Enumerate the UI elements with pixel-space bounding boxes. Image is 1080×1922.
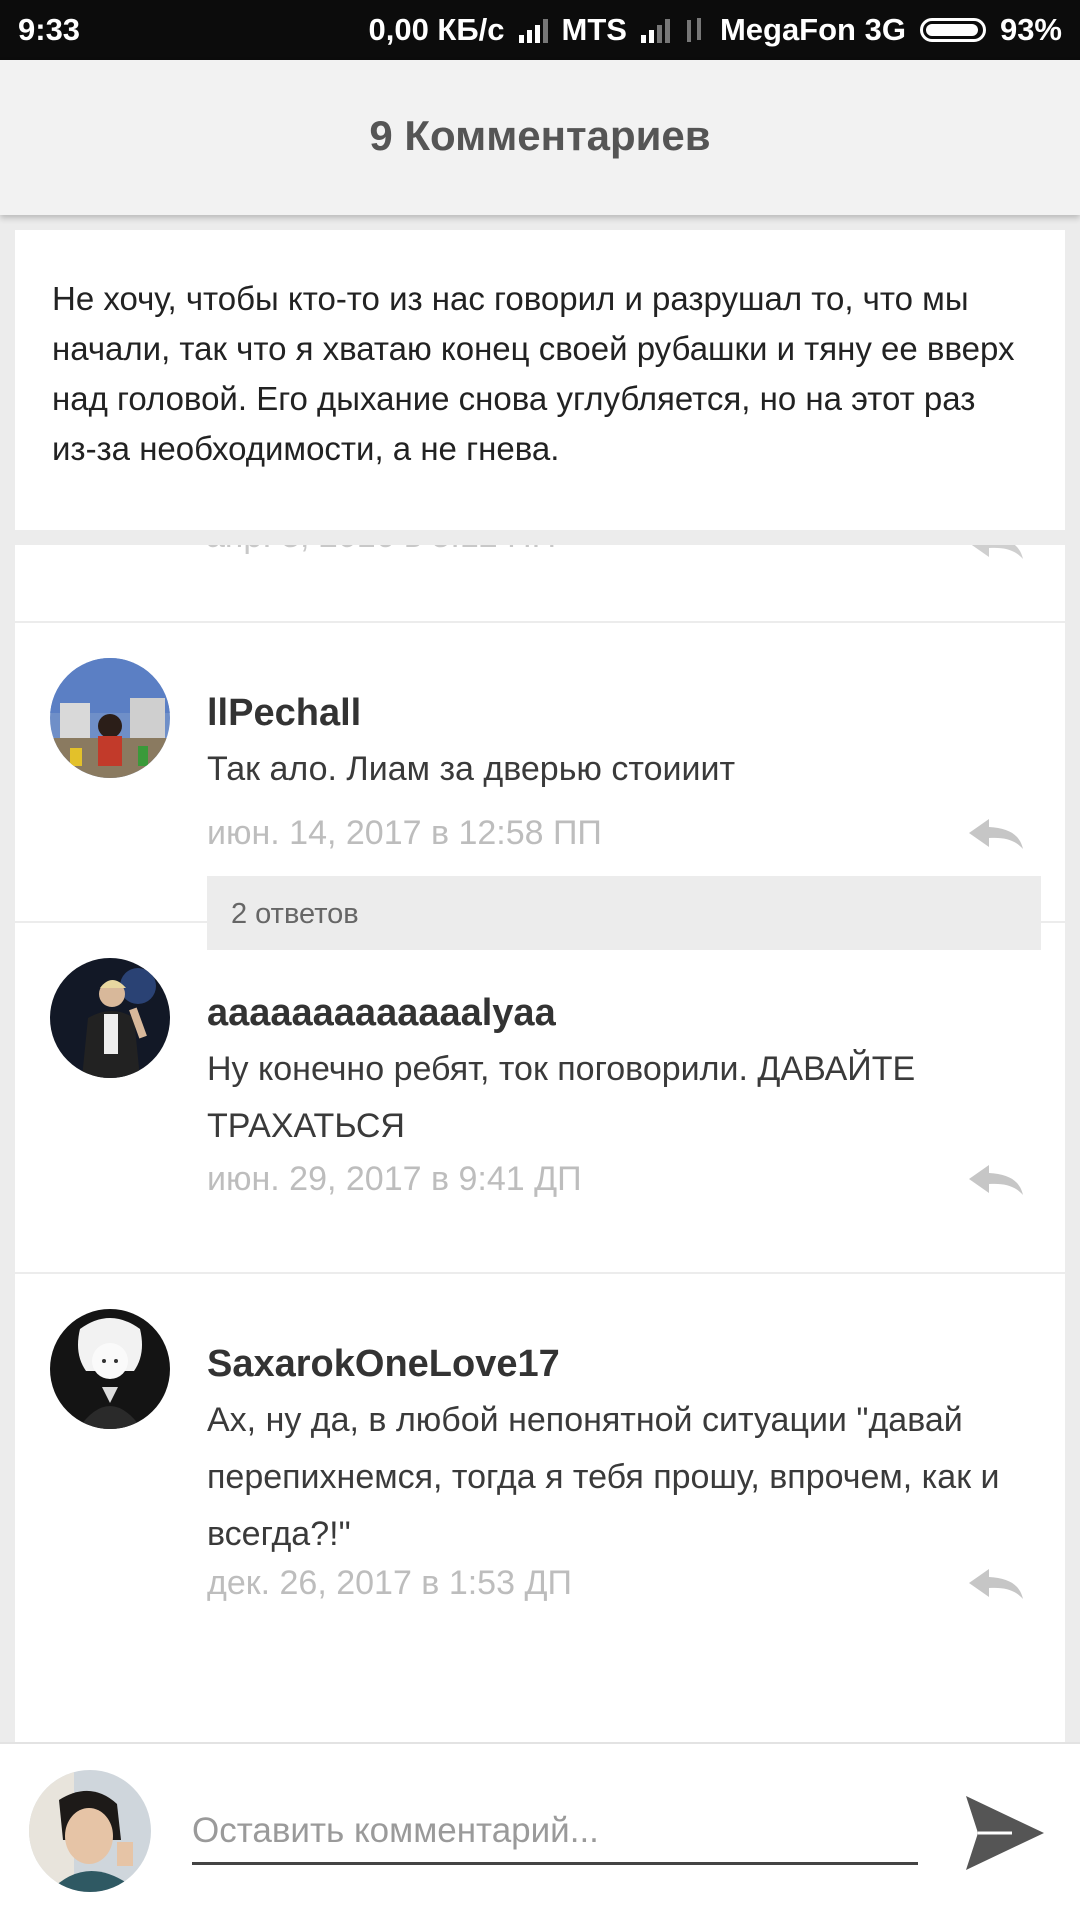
reply-icon[interactable] [965,545,1027,563]
reply-icon[interactable] [965,1159,1027,1199]
reply-icon[interactable] [965,813,1027,853]
comment-username[interactable]: SaxarokOneLove17 [207,1343,560,1386]
data-transfer-icon [684,16,706,44]
signal-icon [518,17,548,43]
comments-list[interactable]: апр. 8, 2016 в 5:12 ПП llPechall Так ало… [15,545,1065,1742]
user-avatar[interactable] [29,1770,151,1892]
quoted-passage: Не хочу, чтобы кто-то из нас говорил и р… [15,230,1065,530]
battery-percent: 93% [999,12,1062,47]
comment-username[interactable]: llPechall [207,692,361,735]
app-header: 9 Комментариев [0,60,1080,215]
comment-username[interactable]: aaaaaaaaaaaaalyaa [207,992,556,1035]
page-title: 9 Комментариев [369,112,711,159]
status-time: 9:33 [18,12,81,47]
avatar[interactable] [50,958,170,1078]
avatar[interactable] [50,658,170,778]
comment-item: SaxarokOneLove17 Ах, ну да, в любой непо… [15,1274,1065,1714]
network-speed: 0,00 КБ/с [368,12,505,47]
comment-date: апр. 8, 2016 в 5:12 ПП [206,545,556,556]
comment-composer [0,1742,1080,1922]
status-indicators: 0,00 КБ/с MTS MegaFon 3G 93% [368,12,1062,48]
comment-date: июн. 14, 2017 в 12:58 ПП [207,814,602,852]
comment-item: llPechall Так ало. Лиам за дверью стоиии… [15,623,1065,950]
comment-text: Так ало. Лиам за дверью стоииит [207,750,736,788]
comment-text: Ах, ну да, в любой непонятной ситуации "… [207,1401,1000,1553]
signal-icon-2 [640,17,670,43]
carrier-1: MTS [561,12,627,47]
comment-item: aaaaaaaaaaaaalyaa Ну конечно ребят, ток … [15,923,1065,1274]
avatar[interactable] [50,1309,170,1429]
carrier-2: MegaFon 3G [719,12,906,47]
reply-icon[interactable] [965,1563,1027,1603]
comment-input[interactable] [192,1800,918,1865]
send-icon[interactable] [962,1790,1048,1876]
comment-text: Ну конечно ребят, ток поговорили. ДАВАЙТ… [207,1050,916,1145]
comment-date: июн. 29, 2017 в 9:41 ДП [207,1160,582,1198]
battery-icon [919,18,986,42]
status-bar: 9:33 0,00 КБ/с MTS MegaFon 3G 93% [0,0,1080,60]
comment-date: дек. 26, 2017 в 1:53 ДП [207,1564,572,1602]
comment-partial: апр. 8, 2016 в 5:12 ПП [15,545,1065,623]
